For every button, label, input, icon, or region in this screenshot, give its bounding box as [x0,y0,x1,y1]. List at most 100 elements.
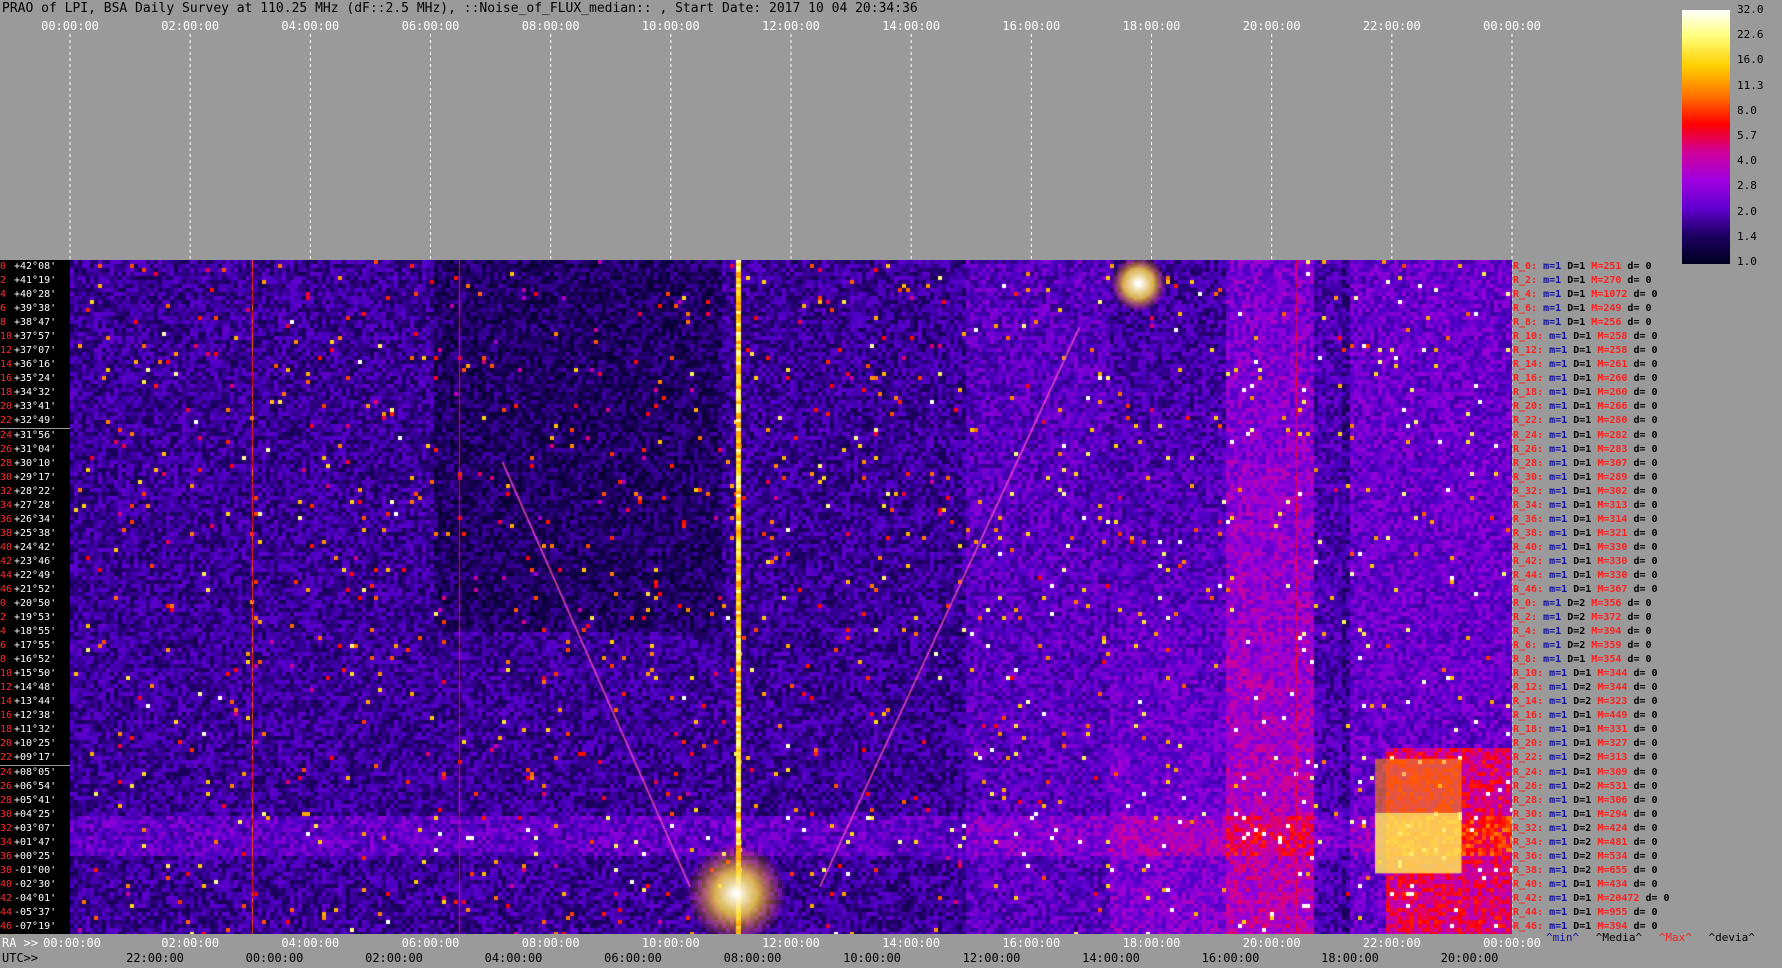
utc-tick-label: 12:00:00 [962,951,1021,965]
row-stat: R_26: m=1 D=2 M=531 d= 0 [1513,780,1658,792]
legend-max: ^Max^ [1658,931,1692,944]
row-stat: R_4: m=1 D=2 M=394 d= 0 [1513,626,1652,638]
row-stat: R_8: m=1 D=1 M=256 d= 0 [1513,317,1652,329]
declination-label: 28 +05°41' [0,793,70,808]
ra-tick-label: 22:00:00 [1362,936,1421,950]
stats-legend: ^min^ ^Media^ ^Max^ ^devia^ [1546,931,1765,944]
row-stat: R_30: m=1 D=1 M=294 d= 0 [1513,808,1658,820]
row-stat: R_20: m=1 D=1 M=266 d= 0 [1513,401,1658,413]
declination-label: 22 +09°17' [0,751,70,766]
declination-label: 34 +01°47' [0,835,70,850]
declination-label: 26 +06°54' [0,779,70,794]
row-stat: R_38: m=1 D=2 M=655 d= 0 [1513,864,1658,876]
declination-label: 44 +22°49' [0,568,70,583]
declination-label: 34 +27°28' [0,498,70,513]
declination-label: 12 +14°48' [0,681,70,696]
ra-axis-label: RA >> [2,936,39,950]
utc-tick-label: 06:00:00 [604,951,662,965]
row-stat: R_22: m=1 D=2 M=313 d= 0 [1513,752,1658,764]
row-stat: R_44: m=1 D=1 M=955 d= 0 [1513,906,1658,918]
declination-label: 30 +04°25' [0,807,70,822]
row-stat: R_0: m=1 D=2 M=356 d= 0 [1513,598,1652,609]
ra-tick-label: 04:00:00 [281,936,340,950]
row-stat: R_18: m=1 D=1 M=331 d= 0 [1513,724,1658,736]
declination-label: 32 +03°07' [0,821,70,836]
row-stat: R_42: m=1 D=1 M=330 d= 0 [1513,555,1658,567]
heatmap-plot [70,260,1512,934]
utc-tick-label: 10:00:00 [843,951,901,965]
declination-label: 6 +39°38' [0,302,70,317]
declination-label: 12 +37°07' [0,344,70,359]
declination-label: 22 +32°49' [0,414,70,429]
row-stat: R_36: m=1 D=1 M=314 d= 0 [1513,513,1658,525]
declination-label: 36 +26°34' [0,512,70,527]
declination-label: 26 +31°04' [0,442,70,457]
row-stat: R_8: m=1 D=1 M=354 d= 0 [1513,654,1652,666]
row-stat: R_32: m=1 D=1 M=302 d= 0 [1513,485,1658,497]
row-stat: R_36: m=1 D=2 M=534 d= 0 [1513,850,1658,862]
utc-tick-label: 08:00:00 [723,951,782,965]
row-stat: R_32: m=1 D=2 M=424 d= 0 [1513,822,1658,834]
declination-label: 0 +42°08' [0,260,70,274]
declination-label: 42 +23°46' [0,554,70,569]
ra-tick-label: 06:00:00 [401,936,460,950]
colorbar-tick: 8.0 [1737,103,1757,117]
ra-tick-label: 10:00:00 [641,936,700,950]
row-stat: R_20: m=1 D=1 M=327 d= 0 [1513,738,1658,750]
declination-label: 14 +13°44' [0,695,70,710]
declination-label: 40 -02°30' [0,877,70,892]
declination-label: 2 +19°53' [0,611,70,626]
declination-label: 18 +11°32' [0,723,70,738]
declination-axis: 0 +42°08' 2 +41°19' 4 +40°28' 6 +39°38' 8 +38°47'… [0,260,70,934]
declination-label: 2 +41°19' [0,274,70,289]
row-stat: R_46: m=1 D=1 M=367 d= 0 [1513,583,1658,595]
colorbar-tick: 5.7 [1737,129,1757,142]
colorbar-tick: 16.0 [1737,53,1764,67]
row-stat: R_12: m=1 D=1 M=258 d= 0 [1513,345,1658,357]
ra-tick-label: 08:00:00 [521,936,580,950]
utc-tick-label: 00:00:00 [245,951,304,965]
row-stat: R_42: m=1 D=1 M=20472 d= 0 [1513,892,1670,904]
row-stat: R_14: m=1 D=1 M=261 d= 0 [1513,359,1658,371]
declination-label: 6 +17°55' [0,639,70,654]
row-stat: R_16: m=1 D=1 M=449 d= 0 [1513,710,1658,722]
row-stat: R_2: m=1 D=2 M=372 d= 0 [1513,612,1652,624]
utc-tick-label: 04:00:00 [484,951,543,965]
utc-tick-label: 16:00:00 [1201,951,1260,965]
declination-label: 16 +35°24' [0,372,70,387]
declination-label: 46 -07°19' [0,919,70,934]
declination-label: 4 +40°28' [0,288,70,303]
declination-label: 24 +31°56' [0,428,70,443]
row-stat: R_28: m=1 D=1 M=306 d= 0 [1513,794,1658,806]
declination-label: 20 +33°41' [0,400,70,415]
row-stat: R_24: m=1 D=1 M=282 d= 0 [1513,429,1658,441]
row-stat: R_28: m=1 D=1 M=307 d= 0 [1513,457,1658,469]
ra-tick-label: 20:00:00 [1242,936,1301,950]
colorbar-tick: 11.3 [1737,78,1764,92]
declination-label: 14 +36°16' [0,358,70,373]
ra-tick-label: 18:00:00 [1122,936,1181,950]
colorbar-tick: 22.6 [1737,28,1764,42]
row-stat: R_40: m=1 D=1 M=434 d= 0 [1513,878,1658,890]
ra-tick-label: 00:00:00 [1483,936,1541,950]
row-stat: R_10: m=1 D=1 M=344 d= 0 [1513,668,1658,680]
declination-label: 38 -01°00' [0,863,70,878]
row-stat: R_4: m=1 D=1 M=1072 d= 0 [1513,289,1658,301]
ra-tick-label: 16:00:00 [1002,936,1061,950]
row-stat: R_22: m=1 D=1 M=280 d= 0 [1513,415,1658,427]
declination-label: 0 +20°50' [0,597,70,611]
legend-devia: ^devia^ [1708,931,1755,944]
legend-median: ^Media^ [1595,931,1643,944]
utc-tick-label: 18:00:00 [1321,951,1379,965]
row-stat: R_10: m=1 D=1 M=258 d= 0 [1513,331,1658,343]
declination-label: 4 +18°55' [0,625,70,640]
declination-label: 42 -04°01' [0,891,70,906]
utc-tick-label: 14:00:00 [1082,951,1140,965]
row-stat: R_2: m=1 D=1 M=270 d= 0 [1513,275,1652,287]
row-stat: R_44: m=1 D=1 M=330 d= 0 [1513,569,1658,581]
declination-label: 44 -05°37' [0,905,70,920]
declination-label: 10 +15°50' [0,667,70,682]
row-stat: R_6: m=1 D=1 M=249 d= 0 [1513,303,1652,315]
utc-tick-label: 20:00:00 [1440,951,1499,965]
legend-min: ^min^ [1546,931,1580,944]
